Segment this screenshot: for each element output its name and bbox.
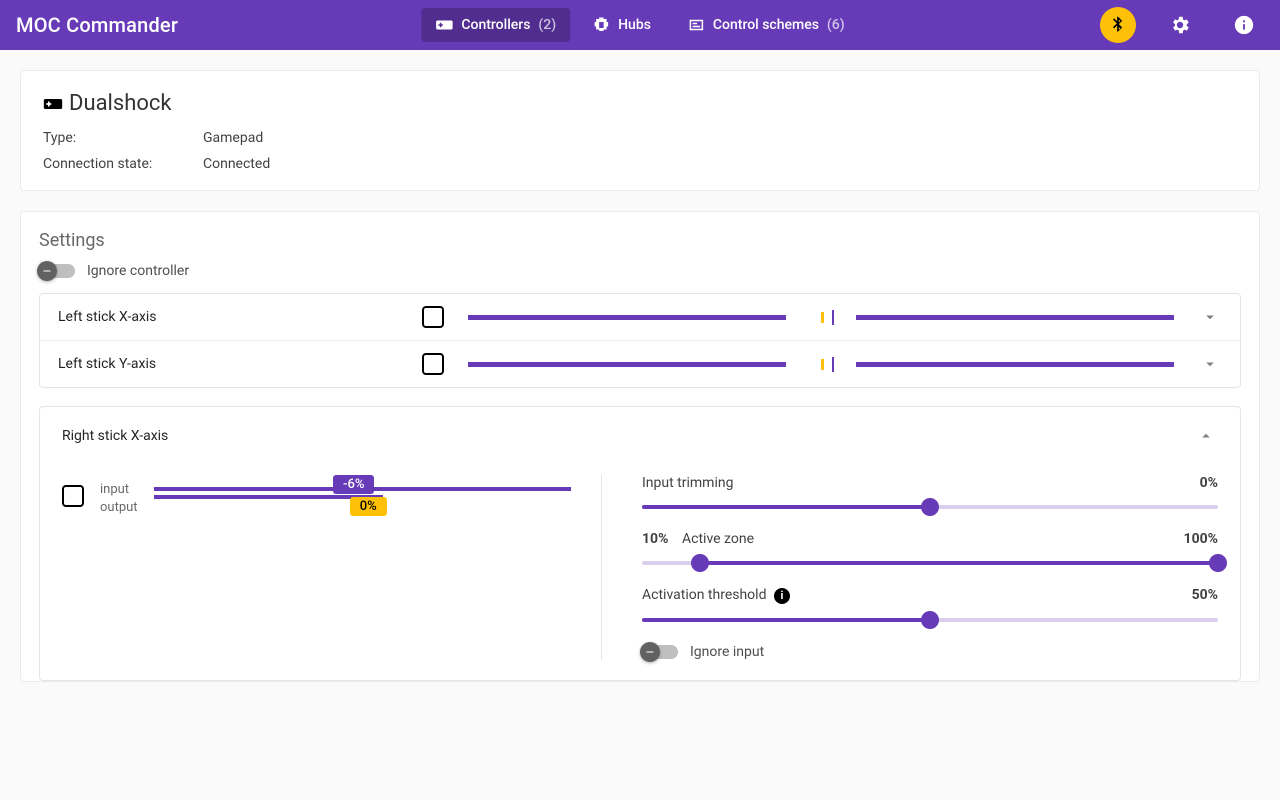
tab-hubs[interactable]: Hubs <box>578 8 665 42</box>
bluetooth-button[interactable] <box>1100 7 1136 43</box>
type-label: Type: <box>43 130 173 146</box>
axis-invert-checkbox[interactable] <box>62 485 84 507</box>
axis-label: Left stick X-axis <box>58 309 398 325</box>
tab-controllers-label: Controllers <box>461 17 530 33</box>
zone-label: Active zone <box>682 531 754 547</box>
settings-card: Settings Ignore controller Left stick X-… <box>20 211 1260 682</box>
slider-track[interactable] <box>642 618 1218 622</box>
device-card: Dualshock Type: Gamepad Connection state… <box>20 70 1260 191</box>
ignore-input-label: Ignore input <box>690 644 764 660</box>
axis-label: Right stick X-axis <box>62 428 168 444</box>
device-name: Dualshock <box>69 91 172 116</box>
conn-label: Connection state: <box>43 156 173 172</box>
info-icon <box>1233 14 1255 36</box>
ignore-controller-toggle[interactable] <box>39 264 75 278</box>
slider-thumb[interactable] <box>921 498 939 516</box>
active-zone-slider: 10% Active zone 100% <box>642 531 1218 565</box>
app-title: MOC Commander <box>16 13 178 37</box>
hub-icon <box>592 16 610 34</box>
axis-expanded: Right stick X-axis input output -6% <box>39 406 1241 681</box>
zone-high: 100% <box>1184 531 1218 547</box>
slider-track[interactable] <box>642 505 1218 509</box>
gamepad-icon <box>435 16 453 34</box>
bluetooth-icon <box>1108 15 1128 35</box>
chevron-up-icon[interactable] <box>1194 427 1218 445</box>
slider-thumb[interactable] <box>691 554 709 572</box>
schemes-icon <box>687 16 705 34</box>
trimming-value: 0% <box>1200 475 1218 491</box>
threshold-value: 50% <box>1192 587 1218 603</box>
tab-controllers[interactable]: Controllers (2) <box>421 8 570 42</box>
input-trimming-slider: Input trimming 0% <box>642 475 1218 509</box>
nav-center: Controllers (2) Hubs Control schemes (6) <box>421 8 858 42</box>
conn-value: Connected <box>203 156 270 172</box>
ignore-controller-label: Ignore controller <box>87 263 189 279</box>
io-preview: input output -6% 0% <box>62 475 602 660</box>
axis-invert-checkbox[interactable] <box>422 306 444 328</box>
ignore-input-toggle[interactable] <box>642 645 678 659</box>
type-value: Gamepad <box>203 130 263 146</box>
activation-threshold-slider: Activation threshold i 50% <box>642 587 1218 622</box>
zone-low: 10% <box>642 531 668 547</box>
output-badge: 0% <box>350 497 387 516</box>
chevron-down-icon[interactable] <box>1198 355 1222 373</box>
axis-row[interactable]: Left stick Y-axis <box>40 341 1240 387</box>
tab-hubs-label: Hubs <box>618 17 651 33</box>
axis-label: Left stick Y-axis <box>58 356 398 372</box>
input-label: input <box>100 481 138 499</box>
gamepad-icon <box>43 94 63 114</box>
axis-preview <box>468 315 1174 320</box>
slider-thumb[interactable] <box>1209 554 1227 572</box>
output-label: output <box>100 499 138 517</box>
gear-icon <box>1169 14 1191 36</box>
tab-controllers-count: (2) <box>538 17 556 33</box>
slider-thumb[interactable] <box>921 611 939 629</box>
app-toolbar: MOC Commander Controllers (2) Hubs Contr… <box>0 0 1280 50</box>
info-icon[interactable]: i <box>774 588 790 604</box>
input-badge: -6% <box>333 475 374 494</box>
slider-track[interactable] <box>642 561 1218 565</box>
main-content: Dualshock Type: Gamepad Connection state… <box>0 50 1280 702</box>
threshold-label: Activation threshold i <box>642 587 790 604</box>
tab-schemes-label: Control schemes <box>713 17 819 33</box>
trimming-label: Input trimming <box>642 475 733 491</box>
settings-button[interactable] <box>1160 5 1200 45</box>
chevron-down-icon[interactable] <box>1198 308 1222 326</box>
settings-title: Settings <box>21 230 1259 263</box>
tab-schemes[interactable]: Control schemes (6) <box>673 8 859 42</box>
axis-row[interactable]: Left stick X-axis <box>40 294 1240 341</box>
axis-preview <box>468 362 1174 367</box>
axis-list: Left stick X-axis Left stick Y-axis <box>39 293 1241 388</box>
axis-invert-checkbox[interactable] <box>422 353 444 375</box>
tab-schemes-count: (6) <box>827 17 845 33</box>
toolbar-actions <box>1100 5 1264 45</box>
info-button[interactable] <box>1224 5 1264 45</box>
